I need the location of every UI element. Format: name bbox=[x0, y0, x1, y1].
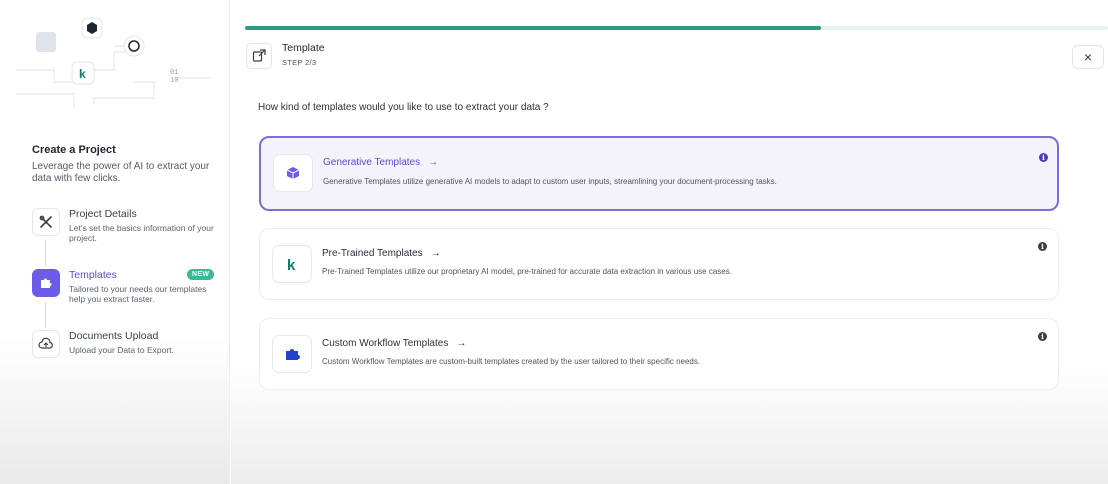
card-description: Generative Templates utilize generative … bbox=[323, 177, 777, 186]
step-project-details[interactable]: Project Details Let's set the basics inf… bbox=[32, 208, 217, 248]
svg-text:k: k bbox=[79, 67, 86, 81]
k-logo-icon: k bbox=[272, 245, 312, 283]
info-icon[interactable]: i bbox=[1039, 153, 1048, 162]
progress-fill bbox=[245, 26, 821, 30]
card-description: Pre-Trained Templates utilize our propri… bbox=[322, 267, 732, 276]
cube-icon bbox=[273, 154, 313, 192]
card-generative-templates[interactable]: Generative Templates → Generative Templat… bbox=[259, 136, 1059, 211]
new-badge: NEW bbox=[187, 269, 215, 280]
close-button[interactable]: × bbox=[1072, 45, 1104, 69]
sidebar-description: Leverage the power of AI to extract your… bbox=[32, 161, 210, 184]
progress-bar bbox=[245, 26, 1108, 30]
card-pre-trained-templates[interactable]: k Pre-Trained Templates → Pre-Trained Tem… bbox=[259, 228, 1059, 300]
info-icon[interactable]: i bbox=[1038, 242, 1047, 251]
card-description: Custom Workflow Templates are custom-bui… bbox=[322, 357, 701, 366]
svg-text:01: 01 bbox=[170, 69, 178, 77]
sidebar-title: Create a Project bbox=[32, 144, 116, 156]
main-panel: Template STEP 2/3 × How kind of template… bbox=[231, 0, 1108, 484]
question-text: How kind of templates would you like to … bbox=[258, 102, 549, 113]
page-title: Template bbox=[282, 42, 325, 54]
puzzle-icon bbox=[32, 269, 60, 297]
step-description: Let's set the basics information of your… bbox=[69, 223, 214, 243]
step-label: Project Details bbox=[69, 208, 137, 220]
arrow-right-icon: → bbox=[456, 338, 467, 349]
step-label: Templates bbox=[69, 269, 117, 281]
tools-icon bbox=[32, 208, 60, 236]
arrow-right-icon: → bbox=[428, 157, 439, 168]
step-description: Upload your Data to Export. bbox=[69, 345, 174, 355]
project-illustration: k 01 10 bbox=[16, 17, 210, 108]
step-indicator: STEP 2/3 bbox=[282, 58, 317, 67]
card-title: Pre-Trained Templates → bbox=[322, 248, 441, 259]
step-description: Tailored to your needs our templates hel… bbox=[69, 284, 207, 304]
step-templates[interactable]: Templates NEW Tailored to your needs our… bbox=[32, 269, 217, 309]
step-documents-upload[interactable]: Documents Upload Upload your Data to Exp… bbox=[32, 330, 217, 362]
close-icon: × bbox=[1083, 49, 1093, 65]
svg-text:k: k bbox=[287, 257, 296, 272]
sidebar: k 01 10 Create a Project Leverage the po… bbox=[0, 0, 230, 484]
step-label: Documents Upload bbox=[69, 330, 159, 342]
info-icon[interactable]: i bbox=[1038, 332, 1047, 341]
card-custom-workflow-templates[interactable]: Custom Workflow Templates → Custom Workfl… bbox=[259, 318, 1059, 390]
svg-text:10: 10 bbox=[170, 77, 178, 85]
card-title: Custom Workflow Templates → bbox=[322, 338, 467, 349]
card-title: Generative Templates → bbox=[323, 157, 439, 168]
template-icon bbox=[246, 43, 272, 69]
arrow-right-icon: → bbox=[430, 248, 441, 259]
puzzle-icon bbox=[272, 335, 312, 373]
cloud-upload-icon bbox=[32, 330, 60, 358]
